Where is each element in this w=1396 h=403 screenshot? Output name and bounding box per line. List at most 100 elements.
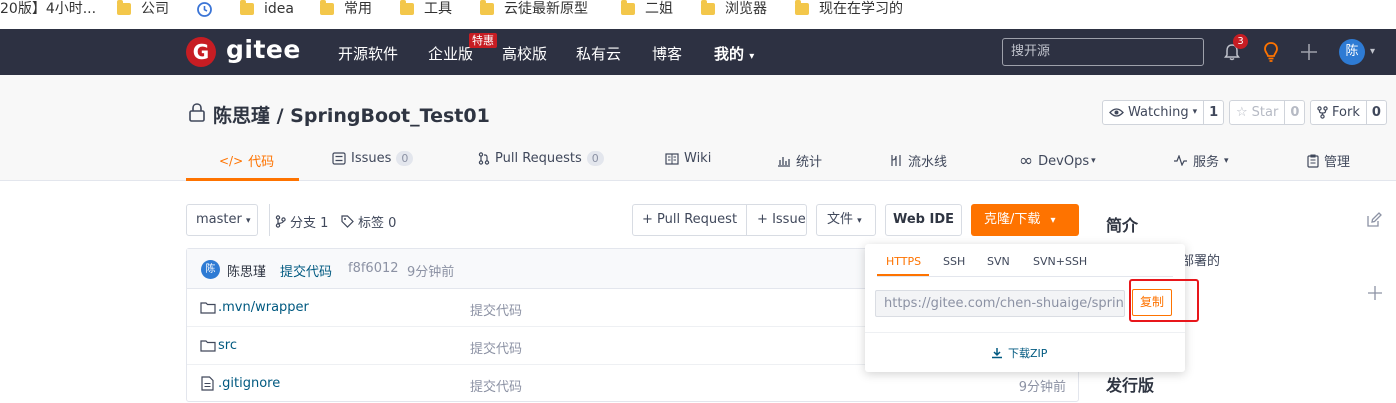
star-count: 0: [1284, 101, 1304, 124]
add-icon[interactable]: [1368, 286, 1382, 300]
new-issue-button[interactable]: + Issue: [747, 205, 816, 235]
clone-tab-ssh[interactable]: SSH: [943, 255, 965, 268]
bookmark-folder-prototype[interactable]: 云徒最新原型: [480, 0, 588, 18]
file-commit-message[interactable]: 提交代码: [470, 338, 522, 357]
pipeline-icon: [891, 155, 901, 166]
chevron-down-icon: ▾: [1050, 215, 1056, 226]
clone-url-input[interactable]: https://gitee.com/chen-shuaige/spring: [875, 290, 1125, 317]
bookmark-label: 20版】4小时...: [0, 1, 97, 17]
clone-tab-svn[interactable]: SVN: [987, 255, 1010, 268]
edit-icon[interactable]: [1366, 212, 1382, 228]
nav-enterprise[interactable]: 企业版: [428, 43, 473, 64]
bookmark-folder-idea[interactable]: idea: [240, 0, 294, 18]
tab-pipeline[interactable]: 流水线: [889, 151, 947, 170]
watch-count: 1: [1203, 101, 1223, 124]
folder-icon: [320, 0, 334, 15]
bookmark-folder-browser[interactable]: 浏览器: [701, 0, 767, 18]
file-menu-button[interactable]: 文件 ▾: [816, 204, 876, 236]
repo-title[interactable]: 陈思瑾 / SpringBoot_Test01: [213, 101, 490, 128]
file-name[interactable]: .mvn/wrapper: [218, 300, 309, 315]
intro-title: 简介: [1106, 216, 1139, 235]
file-name[interactable]: src: [218, 338, 237, 353]
fork-count: 0: [1365, 101, 1386, 124]
file-commit-message[interactable]: 提交代码: [470, 300, 522, 319]
nav-mine[interactable]: 我的 ▾: [714, 43, 754, 64]
avatar-chevron-down-icon[interactable]: ▾: [1370, 46, 1375, 57]
commit-message[interactable]: 提交代码: [280, 261, 332, 280]
bookmark-history[interactable]: [196, 0, 213, 18]
lock-icon: [189, 103, 205, 122]
new-pull-request-button[interactable]: + Pull Request: [633, 205, 748, 235]
bookmark-folder-tools[interactable]: 工具: [400, 0, 452, 18]
bookmark-item[interactable]: 20版】4小时...: [0, 0, 96, 18]
bookmark-folder-common[interactable]: 常用: [320, 0, 372, 18]
pr-issue-group: + Pull Request + Issue: [632, 204, 807, 236]
tab-wiki[interactable]: Wiki: [665, 151, 711, 166]
tab-services[interactable]: 服务 ▾: [1173, 151, 1229, 170]
highlight-annotation-box: [1129, 279, 1199, 322]
branch-selector[interactable]: master ▾: [186, 204, 258, 236]
nav-private-cloud[interactable]: 私有云: [576, 43, 621, 64]
history-icon: [197, 1, 212, 17]
commit-time: 9分钟前: [407, 265, 455, 280]
divider: [877, 276, 1173, 277]
gitee-logo-icon[interactable]: G: [186, 37, 216, 67]
tab-label: 流水线: [908, 155, 948, 170]
download-icon: [992, 348, 1002, 359]
clone-download-button[interactable]: 克隆/下载 ▾: [971, 204, 1079, 236]
search-input[interactable]: 搜开源: [1002, 38, 1204, 66]
tab-label: Issues: [351, 151, 392, 166]
commit-author[interactable]: 陈思瑾: [227, 261, 266, 280]
branch-name: master: [196, 212, 242, 227]
bookmark-folder-learning[interactable]: 现在在学习的: [795, 0, 903, 18]
tab-management[interactable]: 管理: [1307, 151, 1350, 170]
folder-icon: [117, 0, 131, 15]
clone-tab-https[interactable]: HTTPS: [886, 255, 921, 268]
pull-requests-count-badge: 0: [586, 151, 604, 166]
eye-icon: [1109, 108, 1124, 117]
lightbulb-icon[interactable]: [1261, 41, 1281, 63]
bookmark-folder-sister[interactable]: 二姐: [621, 0, 673, 18]
web-ide-button[interactable]: Web IDE: [885, 204, 962, 236]
commit-author-avatar[interactable]: 陈: [201, 260, 220, 279]
nav-university[interactable]: 高校版: [502, 43, 547, 64]
plus-icon[interactable]: [1300, 43, 1318, 61]
clipboard-icon: [1307, 153, 1319, 168]
commit-hash[interactable]: f8f6012: [348, 261, 399, 276]
activity-icon: [1174, 155, 1187, 166]
tab-devops[interactable]: ∞ DevOps ▾: [1019, 151, 1096, 171]
tab-label: 统计: [796, 155, 823, 170]
tab-pull-requests[interactable]: Pull Requests 0: [478, 151, 604, 166]
tab-code[interactable]: </> 代码: [219, 151, 274, 171]
chevron-down-icon: ▾: [749, 51, 755, 62]
tags-link[interactable]: 标签 0: [341, 212, 396, 231]
bookmarks-bar: 20版】4小时... 公司 idea 常用 工具 云徒最新原型 二姐 浏览器 现…: [0, 0, 1396, 29]
branches-link[interactable]: 分支 1: [275, 212, 328, 231]
issues-count-badge: 0: [396, 151, 414, 166]
nav-blog[interactable]: 博客: [652, 43, 682, 64]
notification-count-badge: 3: [1233, 34, 1248, 49]
nav-open-source[interactable]: 开源软件: [338, 43, 398, 64]
fork-label: Fork: [1332, 105, 1360, 120]
watch-button[interactable]: Watching ▾ 1: [1102, 100, 1225, 125]
bookmark-label: 工具: [424, 1, 452, 17]
file-icon: [201, 376, 214, 391]
bookmark-label: 浏览器: [725, 1, 767, 17]
clone-tab-svn-ssh[interactable]: SVN+SSH: [1033, 255, 1087, 268]
tab-issues[interactable]: Issues 0: [332, 151, 414, 166]
fork-button[interactable]: Fork 0: [1310, 100, 1387, 125]
download-zip-label: 下载ZIP: [1008, 347, 1048, 360]
download-zip-link[interactable]: 下载ZIP: [991, 345, 1047, 361]
file-name[interactable]: .gitignore: [218, 376, 280, 391]
code-icon: </>: [219, 153, 244, 168]
gitee-logo-text[interactable]: gitee: [226, 35, 301, 64]
user-avatar[interactable]: 陈: [1339, 39, 1365, 65]
file-commit-message[interactable]: 提交代码: [470, 376, 522, 395]
releases-title: 发行版: [1106, 376, 1155, 395]
branch-icon: [275, 215, 286, 228]
star-button[interactable]: ☆ Star 0: [1229, 100, 1306, 125]
tag-icon: [341, 215, 354, 228]
tab-statistics[interactable]: 统计: [777, 151, 822, 170]
bookmark-folder-company[interactable]: 公司: [117, 0, 169, 18]
bookmark-label: 云徒最新原型: [504, 1, 588, 17]
